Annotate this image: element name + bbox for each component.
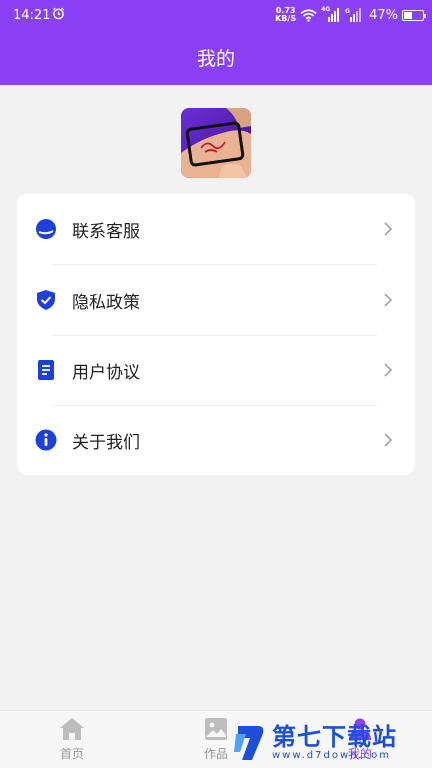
document-icon — [38, 360, 54, 380]
wifi-icon — [300, 8, 317, 22]
status-time: 14:21 — [13, 8, 51, 23]
home-icon — [60, 718, 84, 740]
watermark-main-text: 第七下载站 — [272, 722, 397, 751]
chevron-right-icon — [384, 363, 393, 377]
menu-item-label: 关于我们 — [72, 432, 140, 453]
page-title: 我的 — [196, 48, 235, 70]
app-header: 14:21 0.73 KB/S 4G G 47% 我的 — [0, 0, 432, 85]
watermark: 第七下载站 www.d7down.com — [232, 718, 428, 766]
battery-fill — [404, 11, 413, 19]
shield-check-icon — [37, 290, 55, 310]
status-indicators: 0.73 KB/S 4G G 47% — [275, 6, 426, 24]
menu-item-label: 联系客服 — [72, 221, 140, 242]
battery-icon — [402, 9, 426, 21]
chevron-right-icon — [384, 293, 393, 307]
svg-text:G: G — [345, 8, 350, 15]
signal-icon-2: G — [345, 8, 362, 22]
menu-item-privacy-policy[interactable]: 隐私政策 — [17, 265, 415, 335]
signal-4g: 4G — [321, 6, 341, 22]
menu-item-about-us[interactable]: 关于我们 — [17, 405, 415, 475]
menu-item-label: 隐私政策 — [72, 292, 140, 313]
watermark-sub-text: www.d7down.com — [272, 749, 392, 761]
image-icon — [205, 718, 227, 740]
net-speed: 0.73 KB/S — [275, 7, 296, 23]
battery-percent: 47% — [369, 7, 398, 23]
chevron-right-icon — [384, 222, 393, 236]
avatar[interactable] — [181, 108, 251, 178]
watermark-text: 第七下载站 www.d7down.com — [272, 724, 397, 761]
watermark-logo-icon — [234, 726, 264, 760]
headset-icon — [36, 219, 56, 239]
menu-item-label: 用户协议 — [72, 362, 140, 383]
menu-item-user-agreement[interactable]: 用户协议 — [17, 335, 415, 405]
status-bar: 14:21 0.73 KB/S 4G G 47% — [0, 0, 432, 30]
chevron-right-icon — [384, 433, 393, 447]
settings-menu-card: 联系客服 隐私政策 用户协议 关于我们 — [17, 194, 415, 475]
signal-icon — [328, 8, 340, 22]
net-speed-unit: KB/S — [275, 14, 297, 23]
nav-tab-home[interactable]: 首页 — [42, 717, 102, 767]
alarm-icon — [52, 7, 65, 20]
info-icon — [35, 429, 57, 451]
menu-item-contact-support[interactable]: 联系客服 — [17, 194, 415, 264]
app-logo-hand-tattoo-image — [181, 108, 251, 178]
nav-label: 首页 — [59, 747, 84, 761]
